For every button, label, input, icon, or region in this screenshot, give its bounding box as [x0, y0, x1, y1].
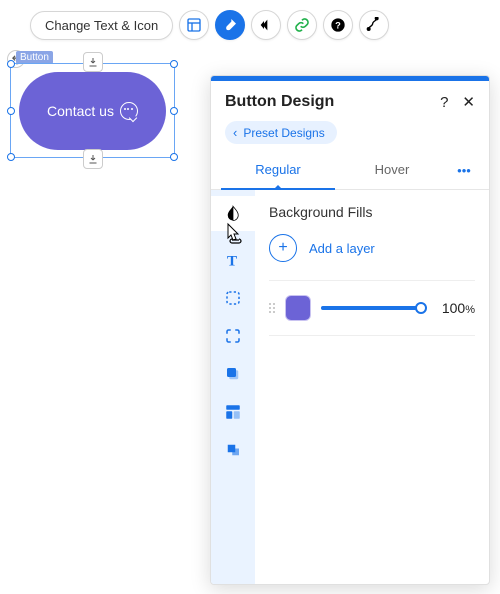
- drag-handle[interactable]: [269, 303, 275, 313]
- svg-text:T: T: [227, 253, 237, 269]
- button-design-panel: Button Design ? ✕ ‹ Preset Designs Regul…: [210, 75, 490, 585]
- animation-button[interactable]: [251, 10, 281, 40]
- opacity-value: 100%: [431, 300, 475, 316]
- change-text-icon-button[interactable]: Change Text & Icon: [30, 11, 173, 40]
- add-layer-label: Add a layer: [309, 241, 375, 256]
- layout-button[interactable]: [179, 10, 209, 40]
- color-swatch[interactable]: [285, 295, 311, 321]
- section-title: Background Fills: [269, 204, 475, 220]
- border-tab-icon[interactable]: [224, 289, 242, 307]
- export-top-marker[interactable]: [83, 52, 103, 72]
- resize-handle[interactable]: [170, 107, 178, 115]
- contact-us-button[interactable]: Contact us: [19, 72, 166, 150]
- resize-handle[interactable]: [7, 107, 15, 115]
- panel-title: Button Design: [225, 93, 334, 111]
- add-layer-button[interactable]: + Add a layer: [269, 234, 475, 262]
- opacity-slider[interactable]: [321, 300, 421, 316]
- help-icon: ?: [330, 17, 346, 33]
- fill-tab-icon[interactable]: [224, 204, 242, 222]
- selection-box[interactable]: Contact us: [10, 63, 175, 158]
- resize-handle[interactable]: [7, 60, 15, 68]
- resize-handle[interactable]: [7, 153, 15, 161]
- resize-handle[interactable]: [170, 60, 178, 68]
- panel-close-button[interactable]: ✕: [462, 93, 475, 111]
- resize-handle[interactable]: [170, 153, 178, 161]
- layout-icon: [186, 17, 202, 33]
- tab-hover-label: Hover: [375, 162, 410, 177]
- text-tab-icon[interactable]: T: [224, 251, 242, 269]
- cursor-icon: [225, 222, 245, 246]
- padding-tab-icon[interactable]: [224, 403, 242, 421]
- path-icon: [366, 17, 382, 33]
- download-icon: [87, 56, 99, 68]
- plus-icon: +: [269, 234, 297, 262]
- chat-icon: [120, 102, 138, 120]
- button-text: Contact us: [47, 103, 114, 119]
- tab-regular[interactable]: Regular: [221, 152, 335, 189]
- paintbrush-icon: [222, 17, 238, 33]
- design-button[interactable]: [215, 10, 245, 40]
- download-icon: [87, 153, 99, 165]
- chevron-left-icon: ‹: [233, 125, 237, 140]
- tab-hover[interactable]: Hover: [335, 152, 449, 189]
- breadcrumb-preset-designs[interactable]: ‹ Preset Designs: [225, 121, 337, 144]
- path-button[interactable]: [359, 10, 389, 40]
- tab-regular-label: Regular: [255, 162, 301, 177]
- extra-tab-icon[interactable]: [224, 441, 242, 459]
- export-bottom-marker[interactable]: [83, 149, 103, 169]
- panel-help-button[interactable]: ?: [440, 94, 448, 111]
- tab-more-button[interactable]: •••: [449, 153, 479, 188]
- breadcrumb-label: Preset Designs: [243, 126, 324, 140]
- link-icon: [294, 17, 310, 33]
- fill-layer-row: 100%: [269, 280, 475, 336]
- corners-tab-icon[interactable]: [224, 327, 242, 345]
- shadow-tab-icon[interactable]: [224, 365, 242, 383]
- help-button[interactable]: ?: [323, 10, 353, 40]
- link-button[interactable]: [287, 10, 317, 40]
- svg-text:?: ?: [335, 20, 341, 30]
- change-text-icon-label: Change Text & Icon: [45, 18, 158, 33]
- animation-icon: [258, 17, 274, 33]
